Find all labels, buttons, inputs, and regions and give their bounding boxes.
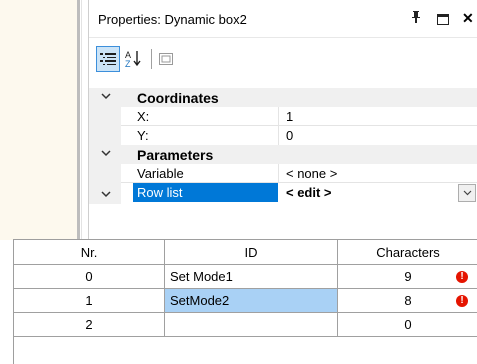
pin-icon[interactable] <box>411 11 421 26</box>
window: Properties: Dynamic box2 ✕ A Z Coordinat… <box>0 0 477 364</box>
cell-characters[interactable]: 9 ! <box>338 265 477 288</box>
table-row[interactable]: 0 Set Mode1 9 ! <box>14 265 477 289</box>
row-gutter <box>89 126 121 145</box>
alphabetical-button[interactable]: A Z <box>122 46 146 72</box>
property-pages-icon <box>159 53 173 65</box>
category-parameters[interactable]: Parameters <box>89 145 477 164</box>
property-row-variable[interactable]: Variable < none > <box>89 164 477 183</box>
cell-nr[interactable]: 1 <box>14 289 165 312</box>
categorized-button[interactable] <box>96 46 120 72</box>
sort-az-icon: A Z <box>125 50 141 68</box>
dropdown-button[interactable] <box>458 184 476 202</box>
panel-title: Properties: Dynamic box2 <box>98 12 247 27</box>
cell-id-selected[interactable]: SetMode2 <box>165 289 338 312</box>
column-header-characters[interactable]: Characters <box>338 240 477 265</box>
table-row[interactable]: 2 0 <box>14 313 477 337</box>
characters-value: 8 <box>404 293 412 308</box>
table-row[interactable]: 1 SetMode2 8 ! <box>14 289 477 313</box>
panel-splitter[interactable] <box>77 0 80 240</box>
toolbar-separator <box>151 49 152 69</box>
properties-toolbar: A Z <box>96 46 216 74</box>
property-pages-button[interactable] <box>154 46 178 72</box>
cell-nr[interactable]: 0 <box>14 265 165 288</box>
cell-id[interactable]: Set Mode1 <box>165 265 338 288</box>
property-name: Variable <box>137 166 184 181</box>
properties-titlebar: Properties: Dynamic box2 ✕ <box>89 0 477 38</box>
table-header: Nr. ID Characters <box>14 240 477 265</box>
property-name: Y: <box>137 128 149 143</box>
panel-splitter-gap <box>81 0 87 240</box>
maximize-icon[interactable] <box>437 14 449 25</box>
selected-property-name[interactable]: Row list <box>133 183 278 202</box>
cell-characters[interactable]: 8 ! <box>338 289 477 312</box>
column-divider <box>278 126 279 145</box>
row-list-table: Nr. ID Characters 0 Set Mode1 9 ! 1 SetM… <box>13 239 477 364</box>
property-value[interactable]: 1 <box>286 109 293 124</box>
chevron-down-icon[interactable] <box>101 187 111 202</box>
category-label: Coordinates <box>137 90 219 106</box>
chevron-down-icon[interactable] <box>101 148 111 161</box>
column-header-nr[interactable]: Nr. <box>14 240 165 265</box>
property-row-y[interactable]: Y: 0 <box>89 126 477 145</box>
cell-id[interactable] <box>165 313 338 336</box>
property-value[interactable]: 0 <box>286 128 293 143</box>
error-icon: ! <box>456 271 468 283</box>
row-gutter <box>89 107 121 126</box>
characters-value: 0 <box>404 317 412 332</box>
properties-panel: Properties: Dynamic box2 ✕ A Z Coordinat… <box>88 0 477 240</box>
property-name: X: <box>137 109 150 124</box>
property-name: Row list <box>137 185 183 200</box>
close-icon[interactable]: ✕ <box>462 11 474 25</box>
chevron-down-icon <box>463 190 471 196</box>
property-row-row-list[interactable]: Row list < edit > <box>89 183 477 204</box>
chevron-down-icon[interactable] <box>101 91 111 104</box>
column-divider <box>278 107 279 126</box>
svg-text:Z: Z <box>125 59 131 68</box>
error-icon: ! <box>456 295 468 307</box>
property-row-x[interactable]: X: 1 <box>89 107 477 126</box>
category-label: Parameters <box>137 147 214 163</box>
editor-canvas-edge <box>0 0 77 240</box>
characters-value: 9 <box>404 269 412 284</box>
property-value[interactable]: < none > <box>286 166 337 181</box>
row-gutter <box>89 164 121 183</box>
column-header-id[interactable]: ID <box>165 240 338 265</box>
property-value-edit[interactable]: < edit > <box>286 185 332 200</box>
category-coordinates[interactable]: Coordinates <box>89 88 477 107</box>
cell-nr[interactable]: 2 <box>14 313 165 336</box>
categorized-view-icon <box>100 53 116 65</box>
cell-characters[interactable]: 0 <box>338 313 477 336</box>
column-divider <box>278 164 279 183</box>
